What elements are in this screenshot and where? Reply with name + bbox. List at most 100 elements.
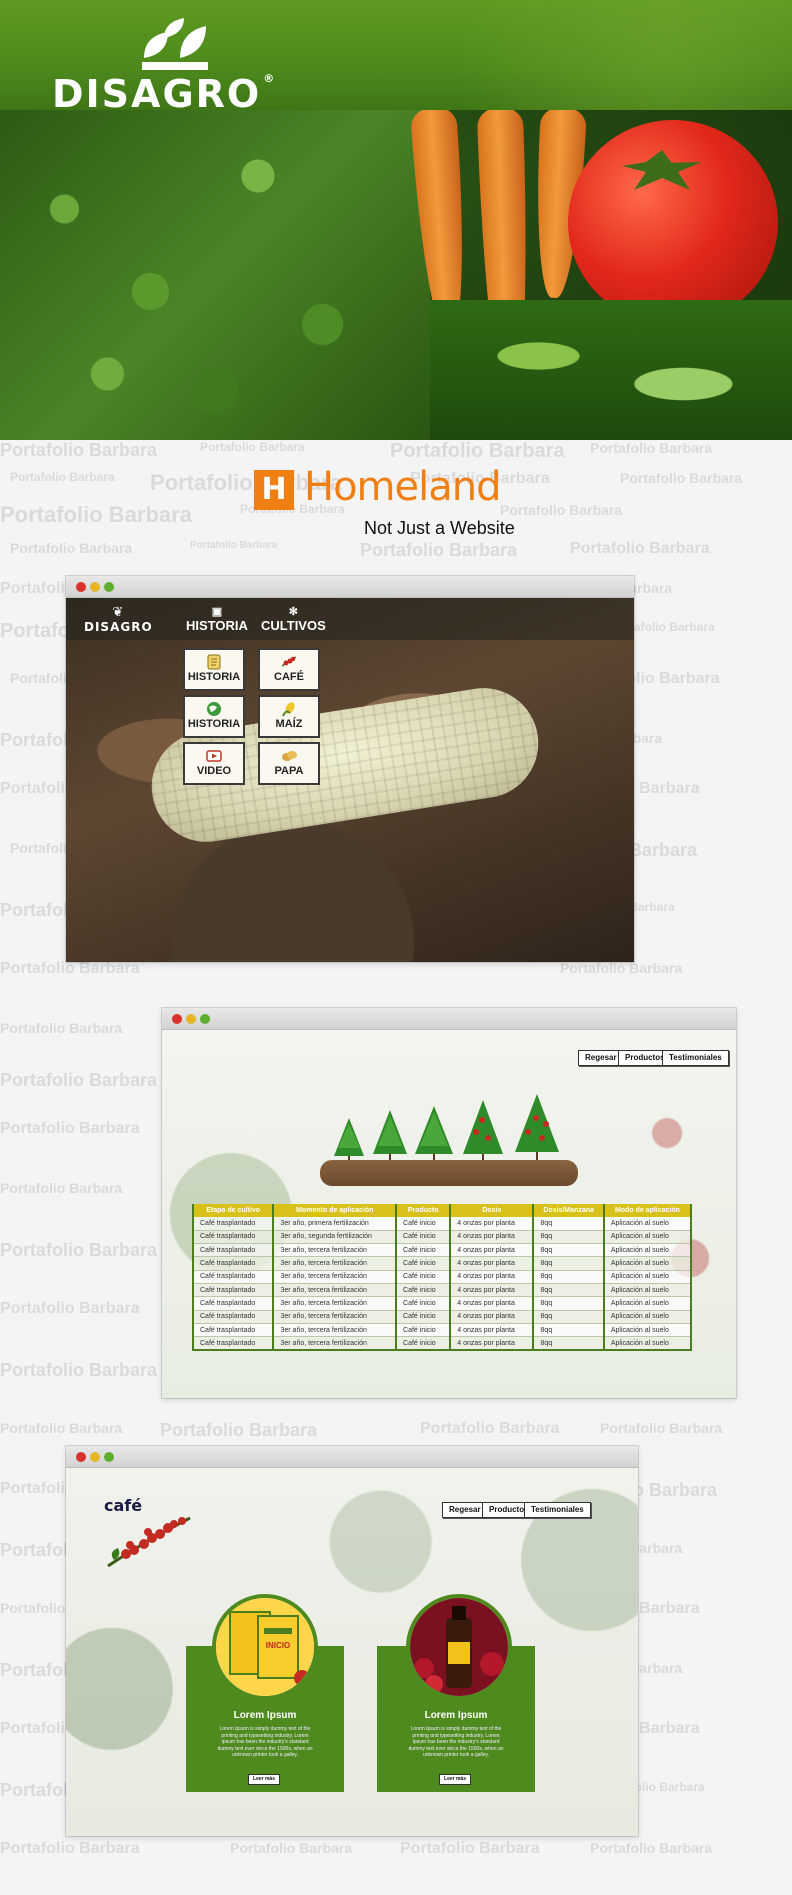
watermark-text: Portafolio Barbara xyxy=(0,1300,140,1317)
site-logo[interactable]: ❦ DISAGRO xyxy=(84,605,153,635)
watermark-text: Portafolio Barbara xyxy=(160,1420,318,1440)
table-cell: Café trasplantado xyxy=(191,1323,275,1338)
table-cell: Aplicación al suelo xyxy=(602,1323,693,1338)
watermark-text: Portafolio Barbara xyxy=(570,540,710,557)
table-cell: Aplicación al suelo xyxy=(602,1270,693,1284)
maximize-dot-icon[interactable] xyxy=(200,1014,210,1024)
table-cell: 8qq xyxy=(532,1217,605,1231)
read-more-button[interactable]: Leer más xyxy=(439,1774,471,1785)
tile-historia-2[interactable]: HISTORIA xyxy=(183,695,245,738)
table-cell: Aplicación al suelo xyxy=(602,1256,693,1271)
minimize-dot-icon[interactable] xyxy=(186,1014,196,1024)
brand-name: DISAGRO ® xyxy=(52,72,277,116)
table-cell: Aplicación al suelo xyxy=(602,1230,693,1245)
hero-banner: DISAGRO ® xyxy=(0,0,792,440)
table-cell: Aplicación al suelo xyxy=(602,1310,693,1324)
table-row: Café trasplantado 3er año, primera fertil… xyxy=(191,1217,693,1231)
table-row: Café trasplantado 3er año, tercera fertil… xyxy=(191,1243,693,1258)
testimonials-button[interactable]: Testimoniales xyxy=(662,1050,729,1066)
table-cell: 3er año, primera fertilización xyxy=(272,1217,398,1231)
nav-cultivos[interactable]: ✼ CULTIVOS xyxy=(261,606,326,633)
card-text: Lorem Ipsum is simply dummy text of the … xyxy=(217,1726,313,1758)
back-button[interactable]: Regesar xyxy=(442,1502,488,1518)
tile-label: PAPA xyxy=(274,765,304,777)
column-header: Dosis/Manzana xyxy=(532,1204,605,1217)
application-table: Etapa de cultivo Momento de aplicación P… xyxy=(191,1204,693,1351)
card-title: Lorem Ipsum xyxy=(424,1710,488,1721)
window-titlebar xyxy=(66,576,634,598)
maximize-dot-icon[interactable] xyxy=(104,582,114,592)
table-cell: 3er año, tercera fertilización xyxy=(272,1256,398,1271)
site-nav: ❦ DISAGRO ▣ HISTORIA ✼ CULTIVOS xyxy=(66,598,634,640)
watermark-text: Portafolio Barbara xyxy=(0,1070,158,1090)
browser-window-home: ❦ DISAGRO ▣ HISTORIA ✼ CULTIVOS HISTORIA… xyxy=(66,576,634,962)
table-cell: Café inicio xyxy=(395,1230,452,1245)
fertilizer-bag-image: INICIO xyxy=(216,1598,314,1696)
table-cell: Café inicio xyxy=(395,1217,452,1231)
table-header-row: Etapa de cultivo Momento de aplicación P… xyxy=(191,1204,693,1217)
watermark-text: Portafolio Barbara xyxy=(0,1180,123,1196)
table-cell: Aplicación al suelo xyxy=(602,1283,693,1298)
column-header: Etapa de cultivo xyxy=(191,1204,275,1217)
column-header: Dosis xyxy=(449,1204,535,1217)
table-cell: Café trasplantado xyxy=(191,1283,275,1298)
table-cell: 4 onzas por planta xyxy=(449,1310,535,1324)
maximize-dot-icon[interactable] xyxy=(104,1452,114,1462)
table-cell: Aplicación al suelo xyxy=(602,1296,693,1311)
tile-papa[interactable]: PAPA xyxy=(258,742,320,785)
table-body: Café trasplantado 3er año, primera fertil… xyxy=(191,1217,693,1351)
table-row: Café trasplantado 3er año, tercera fertil… xyxy=(191,1270,693,1284)
table-cell: 4 onzas por planta xyxy=(449,1323,535,1338)
table-row: Café trasplantado 3er año, tercera fertil… xyxy=(191,1256,693,1271)
back-button[interactable]: Regesar xyxy=(578,1050,624,1066)
card-title: Lorem Ipsum xyxy=(233,1710,297,1721)
watermark-text: Portafolio Barbara xyxy=(0,960,140,977)
watermark-text: Portafolio Barbara xyxy=(10,470,115,484)
close-dot-icon[interactable] xyxy=(172,1014,182,1024)
tile-video[interactable]: VIDEO xyxy=(183,742,245,785)
close-dot-icon[interactable] xyxy=(76,1452,86,1462)
table-cell: 8qq xyxy=(532,1270,605,1284)
table-cell: 8qq xyxy=(532,1243,605,1258)
table-cell: Café trasplantado xyxy=(191,1296,275,1311)
minimize-dot-icon[interactable] xyxy=(90,1452,100,1462)
table-cell: 4 onzas por planta xyxy=(449,1230,535,1245)
table-cell: 4 onzas por planta xyxy=(449,1217,535,1231)
watermark-text: Portafolio Barbara xyxy=(600,1420,723,1436)
homeland-logo: H Homeland Not Just a Website xyxy=(254,464,534,540)
table-cell: 4 onzas por planta xyxy=(449,1296,535,1311)
table-cell: 3er año, tercera fertilización xyxy=(272,1283,398,1298)
table-cell: 3er año, tercera fertilización xyxy=(272,1310,398,1324)
nav-historia[interactable]: ▣ HISTORIA xyxy=(186,606,248,633)
homeland-name: Homeland xyxy=(304,464,501,510)
watermark-text: Portafolio Barbara xyxy=(0,1420,123,1436)
brand-logo[interactable]: DISAGRO ® xyxy=(52,18,302,116)
table-cell: 3er año, segunda fertilización xyxy=(272,1230,398,1245)
table-row: Café trasplantado 3er año, tercera fertil… xyxy=(191,1310,693,1324)
table-row: Café trasplantado 3er año, tercera fertil… xyxy=(191,1296,693,1311)
table-cell: Café inicio xyxy=(395,1270,452,1284)
watermark-text: Portafolio Barbara xyxy=(0,1360,158,1380)
tile-historia[interactable]: HISTORIA xyxy=(183,648,245,691)
table-cell: 8qq xyxy=(532,1336,605,1351)
tile-label: HISTORIA xyxy=(187,718,241,730)
table-row: Café trasplantado 3er año, tercera fertil… xyxy=(191,1323,693,1338)
table-cell: Café inicio xyxy=(395,1296,452,1311)
table-cell: 8qq xyxy=(532,1230,605,1245)
table-cell: 4 onzas por planta xyxy=(449,1283,535,1298)
table-cell: 8qq xyxy=(532,1310,605,1324)
tile-maiz[interactable]: MAÍZ xyxy=(258,695,320,738)
watermark-text: Portafolio Barbara xyxy=(10,540,133,556)
close-dot-icon[interactable] xyxy=(76,582,86,592)
tile-label: MAÍZ xyxy=(275,718,303,730)
table-cell: 3er año, tercera fertilización xyxy=(272,1243,398,1258)
table-cell: Café trasplantado xyxy=(191,1270,275,1284)
testimonials-button[interactable]: Testimoniales xyxy=(524,1502,591,1518)
tile-cafe[interactable]: CAFÉ xyxy=(258,648,320,691)
leaf-mark-icon: ❦ xyxy=(112,605,125,620)
watermark-text: Portafolio Barbara xyxy=(0,440,158,460)
read-more-button[interactable]: Leer más xyxy=(248,1774,280,1785)
nav-label: HISTORIA xyxy=(186,618,248,633)
table-cell: 4 onzas por planta xyxy=(449,1243,535,1258)
minimize-dot-icon[interactable] xyxy=(90,582,100,592)
